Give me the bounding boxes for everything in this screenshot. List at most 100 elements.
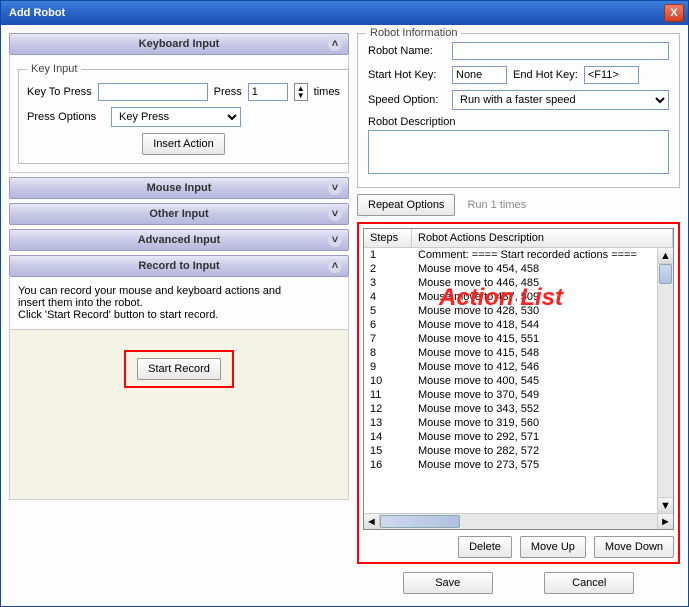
key-to-press-input[interactable] bbox=[98, 83, 208, 101]
step-cell: 1 bbox=[364, 248, 412, 262]
table-row[interactable]: 9Mouse move to 412, 546 bbox=[364, 360, 673, 374]
step-cell: 4 bbox=[364, 290, 412, 304]
table-row[interactable]: 2Mouse move to 454, 458 bbox=[364, 262, 673, 276]
desc-cell: Mouse move to 418, 544 bbox=[412, 318, 673, 332]
step-cell: 13 bbox=[364, 416, 412, 430]
scroll-left-icon[interactable]: ◄ bbox=[364, 514, 380, 529]
action-table-header: Steps Robot Actions Description bbox=[364, 229, 673, 248]
desc-cell: Mouse move to 273, 575 bbox=[412, 458, 673, 472]
close-button[interactable]: X bbox=[664, 4, 684, 22]
vertical-scrollbar[interactable]: ▲ ▼ bbox=[657, 248, 673, 513]
desc-cell: Mouse move to 319, 560 bbox=[412, 416, 673, 430]
end-hotkey-label: End Hot Key: bbox=[513, 69, 578, 81]
step-cell: 6 bbox=[364, 318, 412, 332]
action-rows[interactable]: 1Comment: ==== Start recorded actions ==… bbox=[364, 248, 673, 513]
press-count-input[interactable] bbox=[248, 83, 288, 101]
key-input-legend: Key Input bbox=[27, 63, 81, 75]
accordion-mouse-input[interactable]: Mouse Input ˅ bbox=[9, 177, 349, 199]
insert-action-button[interactable]: Insert Action bbox=[142, 133, 225, 155]
accordion-label: Advanced Input bbox=[138, 234, 221, 246]
start-hotkey-label: Start Hot Key: bbox=[368, 69, 446, 81]
col-desc-header[interactable]: Robot Actions Description bbox=[412, 229, 673, 247]
step-cell: 15 bbox=[364, 444, 412, 458]
robot-desc-textarea[interactable] bbox=[368, 130, 669, 174]
accordion-record-to-input[interactable]: Record to Input ˄ bbox=[9, 255, 349, 277]
step-cell: 9 bbox=[364, 360, 412, 374]
updown-icon[interactable]: ▲▼ bbox=[294, 83, 308, 101]
table-row[interactable]: 11Mouse move to 370, 549 bbox=[364, 388, 673, 402]
times-label: times bbox=[314, 86, 340, 98]
step-cell: 10 bbox=[364, 374, 412, 388]
col-steps-header[interactable]: Steps bbox=[364, 229, 412, 247]
content-area: Keyboard Input ˄ Key Input Key To Press … bbox=[1, 25, 688, 606]
action-list-container: Action List Steps Robot Actions Descript… bbox=[357, 222, 680, 564]
table-row[interactable]: 6Mouse move to 418, 544 bbox=[364, 318, 673, 332]
hscroll-thumb[interactable] bbox=[380, 515, 460, 528]
table-row[interactable]: 14Mouse move to 292, 571 bbox=[364, 430, 673, 444]
table-row[interactable]: 8Mouse move to 415, 548 bbox=[364, 346, 673, 360]
window-title: Add Robot bbox=[9, 7, 65, 19]
repeat-options-button[interactable]: Repeat Options bbox=[357, 194, 455, 216]
speed-option-select[interactable]: Run with a faster speed bbox=[452, 90, 669, 110]
scroll-down-icon[interactable]: ▼ bbox=[658, 497, 673, 513]
accordion-advanced-input[interactable]: Advanced Input ˅ bbox=[9, 229, 349, 251]
table-row[interactable]: 5Mouse move to 428, 530 bbox=[364, 304, 673, 318]
accordion-label: Mouse Input bbox=[147, 182, 212, 194]
start-record-button[interactable]: Start Record bbox=[137, 358, 221, 380]
accordion-other-input[interactable]: Other Input ˅ bbox=[9, 203, 349, 225]
desc-cell: Mouse move to 415, 548 bbox=[412, 346, 673, 360]
right-panel: Robot Information Robot Name: Start Hot … bbox=[357, 33, 680, 598]
key-input-fieldset: Key Input Key To Press Press ▲▼ times Pr… bbox=[18, 63, 349, 164]
record-button-area: Start Record bbox=[9, 330, 349, 500]
scroll-right-icon[interactable]: ► bbox=[657, 514, 673, 529]
press-label: Press bbox=[214, 86, 242, 98]
delete-button[interactable]: Delete bbox=[458, 536, 512, 558]
cancel-button[interactable]: Cancel bbox=[544, 572, 634, 594]
press-options-label: Press Options bbox=[27, 111, 105, 123]
horizontal-scrollbar[interactable]: ◄ ► bbox=[364, 513, 673, 529]
step-cell: 8 bbox=[364, 346, 412, 360]
table-row[interactable]: 15Mouse move to 282, 572 bbox=[364, 444, 673, 458]
desc-cell: Mouse move to 343, 552 bbox=[412, 402, 673, 416]
table-row[interactable]: 13Mouse move to 319, 560 bbox=[364, 416, 673, 430]
chevron-down-icon: ˅ bbox=[328, 207, 342, 221]
move-down-button[interactable]: Move Down bbox=[594, 536, 674, 558]
step-cell: 12 bbox=[364, 402, 412, 416]
save-button[interactable]: Save bbox=[403, 572, 493, 594]
end-hotkey-input[interactable] bbox=[584, 66, 639, 84]
step-cell: 16 bbox=[364, 458, 412, 472]
scroll-thumb[interactable] bbox=[659, 264, 672, 284]
accordion-keyboard-input[interactable]: Keyboard Input ˄ bbox=[9, 33, 349, 55]
record-instructions-3: Click 'Start Record' button to start rec… bbox=[18, 309, 340, 321]
table-row[interactable]: 7Mouse move to 415, 551 bbox=[364, 332, 673, 346]
start-hotkey-input[interactable] bbox=[452, 66, 507, 84]
keyboard-input-body: Key Input Key To Press Press ▲▼ times Pr… bbox=[9, 55, 349, 173]
chevron-down-icon: ˅ bbox=[328, 233, 342, 247]
move-up-button[interactable]: Move Up bbox=[520, 536, 586, 558]
key-to-press-label: Key To Press bbox=[27, 86, 92, 98]
accordion-label: Record to Input bbox=[138, 260, 219, 272]
robot-name-label: Robot Name: bbox=[368, 45, 446, 57]
robot-name-input[interactable] bbox=[452, 42, 669, 60]
record-input-body: You can record your mouse and keyboard a… bbox=[9, 277, 349, 330]
accordion-label: Other Input bbox=[149, 208, 208, 220]
action-table: Steps Robot Actions Description 1Comment… bbox=[363, 228, 674, 530]
scroll-up-icon[interactable]: ▲ bbox=[658, 248, 673, 264]
chevron-down-icon: ˅ bbox=[328, 181, 342, 195]
chevron-up-icon: ˄ bbox=[328, 37, 342, 51]
table-row[interactable]: 16Mouse move to 273, 575 bbox=[364, 458, 673, 472]
desc-cell: Mouse move to 454, 458 bbox=[412, 262, 673, 276]
title-bar: Add Robot X bbox=[1, 1, 688, 25]
step-cell: 7 bbox=[364, 332, 412, 346]
desc-cell: Mouse move to 370, 549 bbox=[412, 388, 673, 402]
table-row[interactable]: 1Comment: ==== Start recorded actions ==… bbox=[364, 248, 673, 262]
table-row[interactable]: 3Mouse move to 446, 485 bbox=[364, 276, 673, 290]
table-row[interactable]: 10Mouse move to 400, 545 bbox=[364, 374, 673, 388]
left-panel: Keyboard Input ˄ Key Input Key To Press … bbox=[9, 33, 349, 598]
record-highlight-box: Start Record bbox=[124, 350, 234, 388]
press-options-select[interactable]: Key Press bbox=[111, 107, 241, 127]
table-row[interactable]: 4Mouse move to 437, 509 bbox=[364, 290, 673, 304]
table-row[interactable]: 12Mouse move to 343, 552 bbox=[364, 402, 673, 416]
speed-option-label: Speed Option: bbox=[368, 94, 446, 106]
record-instructions-1: You can record your mouse and keyboard a… bbox=[18, 285, 340, 297]
